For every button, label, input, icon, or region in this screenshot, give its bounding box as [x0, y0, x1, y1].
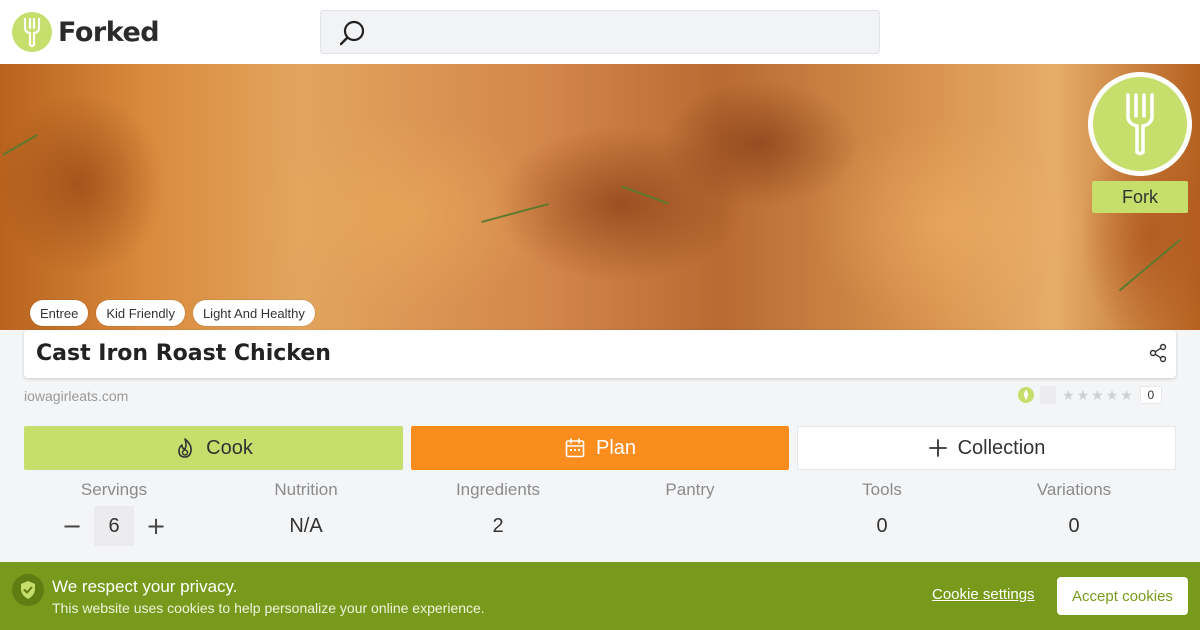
recipe-hero-image: [0, 64, 1200, 330]
cook-button[interactable]: Cook: [24, 426, 403, 470]
fork-logo-icon: [12, 12, 52, 52]
share-icon[interactable]: [1148, 343, 1168, 363]
recipe-title-card: Cast Iron Roast Chicken: [24, 330, 1176, 378]
tools-value: 0: [876, 515, 888, 537]
herb-decoration: [2, 134, 38, 156]
calendar-icon: [565, 438, 585, 458]
top-bar: Forked: [0, 0, 1200, 64]
servings-stepper: − 6 +: [58, 506, 170, 546]
fork-button[interactable]: Fork: [1092, 181, 1188, 213]
nutrition-value: N/A: [289, 515, 323, 537]
tools-label: Tools: [862, 480, 902, 499]
search-input[interactable]: [320, 10, 880, 54]
plan-label: Plan: [595, 436, 637, 459]
recipe-source-link[interactable]: iowagirleats.com: [24, 388, 128, 404]
cookie-text: This website uses cookies to help person…: [52, 600, 485, 616]
variations-value: 0: [1068, 515, 1080, 537]
rating-count: 0: [1139, 386, 1162, 404]
star-icon[interactable]: ★: [1077, 387, 1091, 404]
action-buttons: Cook Plan Collection: [24, 426, 1176, 470]
rating-row: ★ ★ ★ ★ ★ 0: [1018, 386, 1162, 404]
pantry-value: [594, 515, 786, 539]
cook-label: Cook: [206, 436, 253, 459]
add-to-collection-button[interactable]: Collection: [797, 426, 1176, 470]
herb-decoration: [480, 202, 550, 224]
servings-value[interactable]: 6: [94, 506, 134, 546]
recipe-stats: Servings − 6 + Nutrition N/A Ingredients…: [18, 480, 1170, 550]
flame-icon: [178, 438, 193, 458]
star-icon[interactable]: ★: [1106, 387, 1120, 404]
pantry-label: Pantry: [665, 480, 715, 499]
stat-variations[interactable]: Variations 0: [978, 480, 1170, 539]
star-rating[interactable]: ★ ★ ★ ★ ★: [1062, 387, 1134, 404]
star-icon[interactable]: ★: [1120, 387, 1134, 404]
stat-nutrition[interactable]: Nutrition N/A: [210, 480, 402, 539]
increase-servings-button[interactable]: +: [142, 512, 170, 540]
tag-chip[interactable]: Light And Healthy: [192, 300, 315, 326]
fork-badge[interactable]: [1088, 72, 1192, 176]
herb-decoration: [1118, 238, 1182, 292]
stat-tools[interactable]: Tools 0: [786, 480, 978, 539]
ingredients-value: 2: [492, 515, 504, 537]
leaf-icon: [1018, 387, 1034, 403]
ingredients-label: Ingredients: [455, 480, 541, 499]
stat-pantry[interactable]: Pantry: [594, 480, 786, 539]
tag-chip[interactable]: Entree: [30, 300, 89, 326]
accept-cookies-button[interactable]: Accept cookies: [1057, 577, 1188, 615]
tag-chip[interactable]: Kid Friendly: [96, 300, 185, 326]
forked-logo[interactable]: Forked: [12, 12, 160, 52]
plan-button[interactable]: Plan: [411, 426, 789, 470]
nutrition-label: Nutrition: [274, 480, 338, 499]
search-icon: [339, 20, 365, 46]
collection-label: Collection: [957, 436, 1046, 459]
stat-servings: Servings − 6 +: [18, 480, 210, 546]
shield-check-icon: [12, 574, 44, 606]
plus-icon: [928, 439, 947, 457]
herb-decoration: [621, 185, 669, 205]
tag-list: Entree Kid Friendly Light And Healthy: [30, 300, 315, 326]
fork-icon: [1093, 77, 1187, 171]
variations-label: Variations: [1036, 480, 1112, 499]
servings-label: Servings: [80, 480, 148, 499]
rating-placeholder: [1040, 386, 1056, 404]
stat-ingredients[interactable]: Ingredients 2: [402, 480, 594, 539]
star-icon[interactable]: ★: [1062, 387, 1076, 404]
cookie-settings-link[interactable]: Cookie settings: [932, 586, 1035, 603]
decrease-servings-button[interactable]: −: [58, 512, 86, 540]
cookie-title: We respect your privacy.: [52, 577, 238, 596]
cookie-banner: We respect your privacy. This website us…: [0, 562, 1200, 630]
brand-name: Forked: [58, 16, 160, 48]
star-icon[interactable]: ★: [1091, 387, 1105, 404]
recipe-title: Cast Iron Roast Chicken: [36, 341, 331, 366]
